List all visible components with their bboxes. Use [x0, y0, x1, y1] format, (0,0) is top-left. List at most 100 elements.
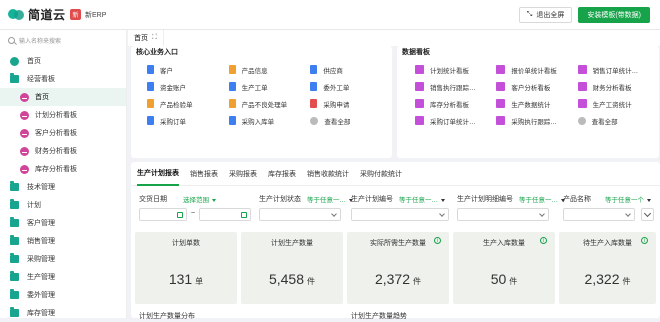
- core-entry-link[interactable]: 生产工单: [228, 78, 311, 95]
- report-tab[interactable]: 销售收款统计: [307, 162, 349, 186]
- board-entry-label: 采购执行跟踪…: [511, 118, 557, 126]
- kpi-value: 50: [490, 271, 507, 287]
- dashboard-icon: [415, 116, 424, 125]
- sidebar-item[interactable]: 销售管理: [0, 232, 126, 250]
- board-entry-link[interactable]: 生产数据统计: [496, 95, 577, 112]
- product-name-label: 产品名称: [563, 196, 591, 203]
- plan-status-select[interactable]: [259, 208, 341, 221]
- sidebar-item[interactable]: 生产管理: [0, 268, 126, 286]
- core-entry-label: 供应商: [323, 67, 343, 75]
- tab-home[interactable]: 首页 ⛶: [128, 30, 164, 46]
- plan-no-select[interactable]: [351, 208, 449, 221]
- dashboard-icon: [577, 99, 587, 108]
- board-entry-link[interactable]: 财务分析看板: [577, 78, 659, 95]
- plan-detail-op[interactable]: 等于任意一…: [519, 194, 565, 204]
- sidebar-item[interactable]: 采购管理: [0, 250, 126, 268]
- expand-icon[interactable]: ⛶: [152, 34, 157, 42]
- sidebar-item[interactable]: 客户分析看板: [0, 124, 126, 142]
- plan-status-op[interactable]: 等于任意一…: [307, 194, 353, 204]
- app-switcher[interactable]: 新 新ERP: [70, 9, 106, 20]
- folder-icon: [10, 73, 19, 83]
- board-entry-link[interactable]: 计划统计看板: [415, 61, 496, 78]
- plan-detail-select[interactable]: [457, 208, 549, 221]
- sidebar-item[interactable]: 库存分析看板: [0, 160, 126, 178]
- board-entry-link[interactable]: 生产工资统计: [577, 95, 659, 112]
- core-entry-link[interactable]: 资金账户: [147, 78, 229, 95]
- sidebar-item[interactable]: 客户管理: [0, 214, 126, 232]
- sidebar-item[interactable]: 库存管理: [0, 304, 126, 322]
- sidebar-search[interactable]: 输入名称来搜索: [8, 34, 118, 47]
- search-icon: [8, 37, 15, 44]
- core-entry-link[interactable]: 客户: [147, 61, 229, 78]
- core-entry-label: 产品检验单: [160, 101, 193, 109]
- sidebar-item[interactable]: 技术管理: [0, 178, 126, 196]
- board-entry-label: 财务分析看板: [592, 84, 632, 92]
- sidebar-item[interactable]: 首页: [0, 88, 126, 106]
- core-entry-link[interactable]: 查看全部: [310, 112, 392, 129]
- report-panel: 生产计划报表 销售报表 采购报表 库存报表 销售收款统计 采购付款统计 交货日期 选择范围…: [131, 162, 660, 320]
- search-input[interactable]: 输入名称来搜索: [19, 36, 61, 45]
- core-entry-link[interactable]: 采购入库单: [228, 112, 311, 129]
- date-start-input[interactable]: [139, 208, 187, 221]
- product-name-select[interactable]: [563, 208, 635, 221]
- board-entry-link[interactable]: 库存分析看板: [415, 95, 496, 112]
- core-entry-label: 资金账户: [160, 84, 186, 92]
- info-icon[interactable]: i: [641, 237, 648, 244]
- board-entry-link[interactable]: 销售执行跟踪…: [415, 78, 496, 95]
- plan-no-op[interactable]: 等于任意一…: [399, 194, 445, 204]
- sidebar-item[interactable]: 首页: [0, 52, 126, 70]
- board-entry-label: 查看全部: [591, 118, 618, 126]
- core-entry-link[interactable]: 供应商: [310, 61, 392, 78]
- core-entry-link[interactable]: 产品检验单: [147, 95, 229, 112]
- sidebar-item[interactable]: 计划: [0, 196, 126, 214]
- dashboard-icon: [496, 99, 506, 108]
- board-entry-link[interactable]: 采购执行跟踪…: [496, 112, 577, 129]
- date-separator: ~: [191, 210, 196, 217]
- form-icon: [228, 65, 236, 74]
- folder-icon: [10, 271, 19, 281]
- kpi-card: 计划单数 131 单: [135, 232, 237, 304]
- board-entry-link[interactable]: 采购订单统计…: [415, 112, 496, 129]
- core-entry-link[interactable]: 采购订单: [147, 112, 229, 129]
- core-entry-link[interactable]: 产品信息: [228, 61, 311, 78]
- home-icon: [10, 56, 19, 66]
- core-entry-label: 产品不良处理单: [241, 101, 288, 109]
- report-tab[interactable]: 库存报表: [268, 162, 296, 186]
- core-entry-link[interactable]: 产品不良处理单: [228, 95, 311, 112]
- chevron-down-icon: [539, 211, 545, 217]
- report-tab[interactable]: 销售报表: [190, 162, 218, 186]
- page-tab-bar: 首页 ⛶: [128, 30, 660, 46]
- date-scope-select[interactable]: 选择范围: [183, 194, 216, 204]
- exit-fullscreen-button[interactable]: ⤡ 退出全屏: [518, 7, 573, 23]
- sidebar-item-label: 生产管理: [27, 274, 55, 281]
- date-scope-label: 选择范围: [183, 197, 209, 204]
- sidebar-item[interactable]: 经营看板: [0, 70, 126, 88]
- report-tab[interactable]: 采购付款统计: [360, 162, 402, 186]
- board-entry-link[interactable]: 查看全部: [577, 112, 659, 129]
- board-entry-link[interactable]: 销售订单统计…: [577, 61, 659, 78]
- dashboard-icon: [415, 99, 424, 108]
- board-entry-link[interactable]: 客户分析看板: [496, 78, 577, 95]
- board-entry-link[interactable]: 报价单统计看板: [496, 61, 577, 78]
- core-entry-link[interactable]: 采购申请: [310, 95, 392, 112]
- sidebar-item[interactable]: 财务分析看板: [0, 142, 126, 160]
- sidebar-item-label: 委外管理: [27, 292, 55, 299]
- report-tab[interactable]: 生产计划报表: [137, 162, 179, 186]
- info-icon[interactable]: i: [540, 237, 547, 244]
- form-icon: [228, 116, 236, 125]
- brand-logo[interactable]: 简道云: [8, 6, 70, 23]
- board-entry-label: 生产工资统计: [592, 101, 632, 109]
- dashboard-icon: [415, 82, 424, 91]
- kpi-unit: 单: [195, 277, 204, 286]
- sidebar-item[interactable]: 计划分析看板: [0, 106, 126, 124]
- sidebar-item[interactable]: 委外管理: [0, 286, 126, 304]
- collapse-filters-button[interactable]: [641, 208, 654, 221]
- core-entry-link[interactable]: 委外工单: [310, 78, 392, 95]
- kpi-title: 计划单数: [172, 240, 200, 247]
- product-op[interactable]: 等于任意一个: [605, 194, 651, 204]
- report-tab[interactable]: 采购报表: [229, 162, 257, 186]
- install-template-button[interactable]: 安装模板(带数据): [578, 7, 650, 23]
- date-end-input[interactable]: [199, 208, 251, 221]
- info-icon[interactable]: i: [434, 237, 441, 244]
- board-entry-label: 计划统计看板: [430, 67, 469, 75]
